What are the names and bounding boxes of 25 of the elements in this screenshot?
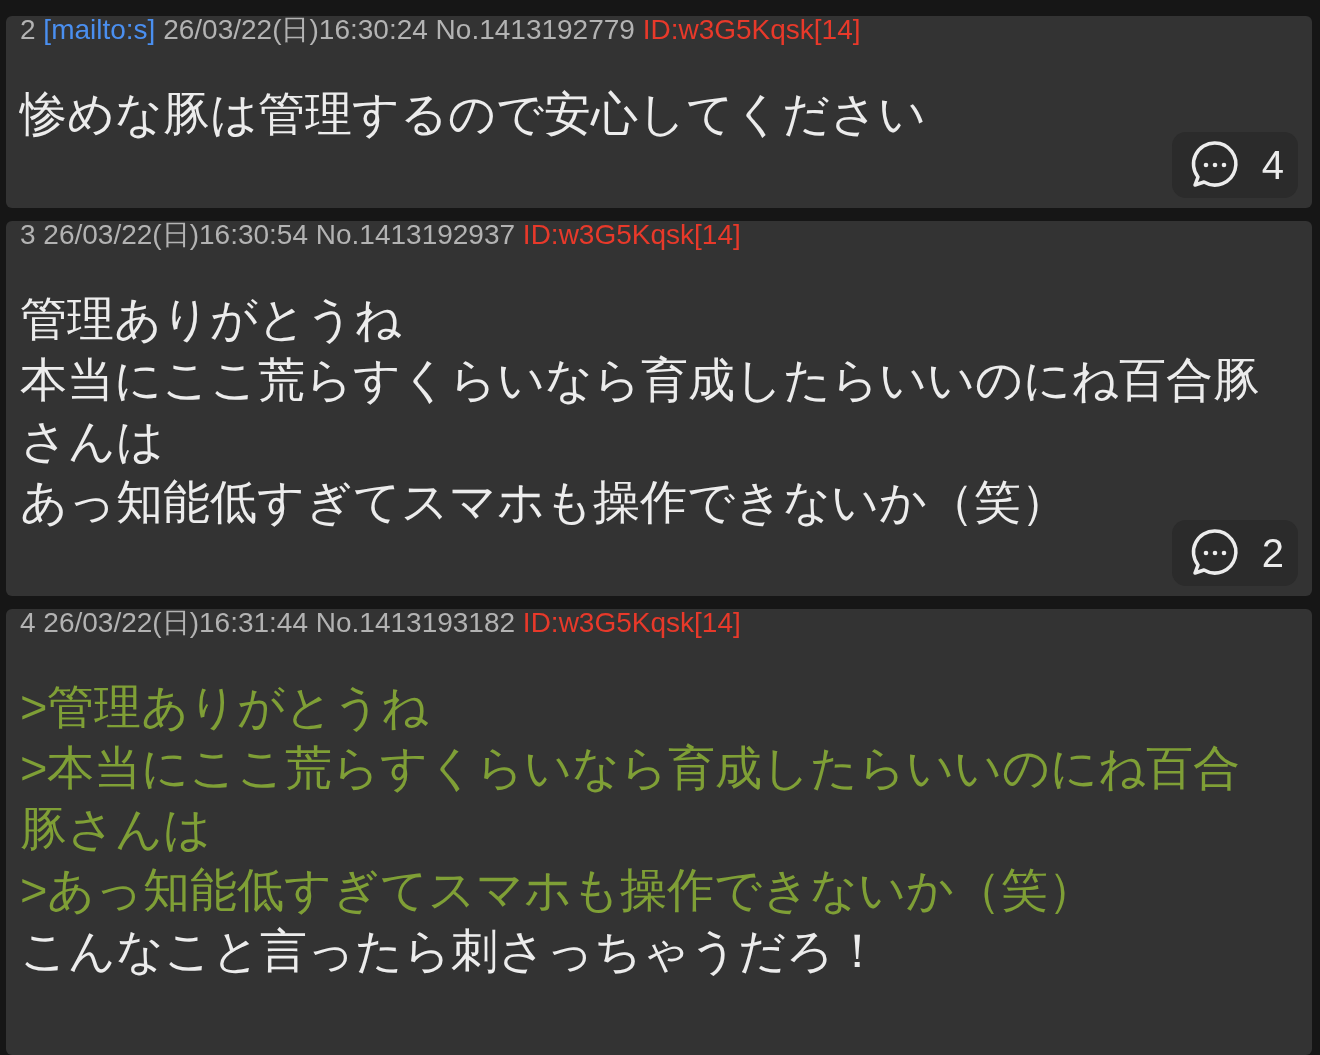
- post-no: No.1413192779: [435, 14, 635, 45]
- post-no: No.1413193182: [315, 607, 516, 638]
- reply-count-button[interactable]: 2: [1171, 520, 1298, 586]
- quote-line: >あっ知能低すぎてスマホも操作できないか（笑）: [20, 862, 1097, 918]
- post-no: No.1413192937: [315, 219, 516, 250]
- post-text: 惨めな豚は管理するので安心してください: [20, 86, 927, 142]
- post-text: 管理ありがとうね: [20, 291, 403, 347]
- post-text: あっ知能低すぎてスマホも操作できないか（笑）: [20, 474, 1069, 530]
- post-date: 26/03/22(日)16:30:54: [43, 219, 308, 250]
- mailto-link[interactable]: [mailto:s]: [43, 14, 156, 45]
- post-index: 4: [20, 607, 36, 638]
- post-text: こんなこと言ったら刺さっちゃうだろ！: [20, 923, 882, 979]
- poster-id[interactable]: ID:w3G5Kqsk[14]: [522, 607, 741, 638]
- quote-line: >管理ありがとうね: [20, 679, 431, 735]
- chat-bubble-icon: [1189, 528, 1240, 578]
- post-date: 26/03/22(日)16:30:24: [163, 14, 428, 45]
- chat-bubble-icon: [1189, 140, 1240, 190]
- poster-id[interactable]: ID:w3G5Kqsk[14]: [522, 219, 741, 250]
- reply-count-button[interactable]: 4: [1171, 132, 1298, 198]
- post-index: 3: [20, 219, 36, 250]
- post-text: 本当にここ荒らすくらいなら育成したらいいのにね百合豚さんは: [20, 352, 1261, 469]
- quote-line: >本当にここ荒らすくらいなら育成したらいいのにね百合豚さんは: [20, 740, 1242, 857]
- poster-id[interactable]: ID:w3G5Kqsk[14]: [642, 14, 861, 45]
- post-index: 2: [20, 14, 36, 45]
- post-date: 26/03/22(日)16:31:44: [43, 607, 308, 638]
